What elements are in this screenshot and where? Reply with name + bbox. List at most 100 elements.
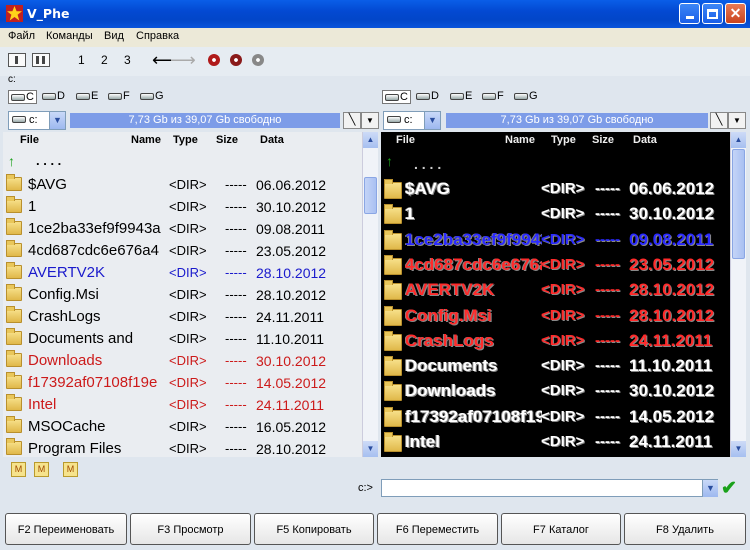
maximize-button[interactable] bbox=[702, 3, 723, 24]
mark-icon[interactable]: M bbox=[11, 462, 26, 477]
gear-gray-icon[interactable] bbox=[252, 54, 264, 66]
file-row[interactable]: Intel <DIR> ----- 24.11.2011 bbox=[381, 430, 740, 455]
left-root-button[interactable]: ╲ bbox=[343, 112, 361, 129]
command-input[interactable] bbox=[381, 479, 718, 497]
fkey-button-3[interactable]: F5 Копировать bbox=[254, 513, 374, 545]
mark-icon[interactable]: M bbox=[63, 462, 78, 477]
left-drive-d[interactable]: D bbox=[42, 90, 65, 102]
col-date[interactable]: Data bbox=[260, 134, 284, 146]
single-panel-view-button[interactable] bbox=[8, 53, 26, 67]
scroll-thumb[interactable] bbox=[364, 177, 377, 214]
scroll-thumb[interactable] bbox=[732, 149, 745, 259]
chevron-down-icon[interactable]: ▼ bbox=[702, 480, 718, 497]
file-size: ----- bbox=[225, 397, 247, 412]
col-type[interactable]: Type bbox=[551, 134, 576, 146]
right-file-panel[interactable]: File Name Type Size Data ↑ . . . . $AVG <… bbox=[381, 132, 746, 457]
left-scrollbar[interactable]: ▲ ▼ bbox=[362, 132, 378, 457]
check-icon[interactable]: ✔ bbox=[721, 477, 737, 500]
menu-file[interactable]: Файл bbox=[8, 30, 35, 42]
fkey-button-6[interactable]: F8 Удалить bbox=[624, 513, 746, 545]
col-file[interactable]: File bbox=[396, 134, 415, 146]
file-row[interactable]: f17392af07108f19e <DIR> ----- 14.05.2012 bbox=[3, 371, 362, 393]
parent-dir-label[interactable]: . . . . bbox=[414, 156, 441, 172]
fkey-button-1[interactable]: F2 Переименовать bbox=[5, 513, 127, 545]
file-row[interactable]: $AVG <DIR> ----- 06.06.2012 bbox=[3, 173, 362, 195]
left-drive-g[interactable]: G bbox=[140, 90, 164, 102]
col-name[interactable]: Name bbox=[131, 134, 161, 146]
menu-commands[interactable]: Команды bbox=[46, 30, 93, 42]
file-row[interactable]: $AVG <DIR> ----- 06.06.2012 bbox=[381, 177, 740, 202]
file-row[interactable]: CrashLogs <DIR> ----- 24.11.2011 bbox=[3, 305, 362, 327]
file-row[interactable]: Documents <DIR> ----- 11.10.2011 bbox=[381, 354, 740, 379]
col-name[interactable]: Name bbox=[505, 134, 535, 146]
file-row[interactable]: AVERTV2K <DIR> ----- 28.10.2012 bbox=[381, 278, 740, 303]
right-drive-c[interactable]: C bbox=[382, 90, 411, 104]
file-date: 23.05.2012 bbox=[256, 243, 327, 259]
left-drive-c[interactable]: C bbox=[8, 90, 37, 104]
file-type: <DIR> bbox=[169, 287, 207, 302]
file-row[interactable]: Downloads <DIR> ----- 30.10.2012 bbox=[381, 379, 740, 404]
parent-dir-label[interactable]: . . . . bbox=[36, 153, 61, 168]
scroll-down-icon[interactable]: ▼ bbox=[363, 441, 378, 457]
file-row[interactable]: 1ce2ba33ef9f9943a<DIR>-----09.08.2011 bbox=[381, 228, 740, 253]
minimize-button[interactable] bbox=[679, 3, 700, 24]
scroll-down-icon[interactable]: ▼ bbox=[731, 441, 746, 457]
close-button[interactable]: ✕ bbox=[725, 3, 746, 24]
col-type[interactable]: Type bbox=[173, 134, 198, 146]
file-row[interactable]: Program Files <DIR> ----- 28.10.2012 bbox=[3, 437, 362, 457]
chevron-down-icon[interactable]: ▼ bbox=[424, 112, 440, 129]
file-row[interactable]: 4cd687cdc6e676a4<DIR>-----23.05.2012 bbox=[3, 239, 362, 261]
file-row[interactable]: 4cd687cdc6e676a4<DIR>-----23.05.2012 bbox=[381, 253, 740, 278]
file-row[interactable]: CrashLogs <DIR> ----- 24.11.2011 bbox=[381, 329, 740, 354]
chevron-down-icon[interactable]: ▼ bbox=[49, 112, 65, 129]
fkey-button-5[interactable]: F7 Каталог bbox=[501, 513, 621, 545]
file-row[interactable]: Documents and <DIR> ----- 11.10.2011 bbox=[3, 327, 362, 349]
right-drive-f[interactable]: F bbox=[482, 90, 504, 102]
right-drive-g[interactable]: G bbox=[514, 90, 538, 102]
col-size[interactable]: Size bbox=[592, 134, 614, 146]
toolbar-tab-1[interactable]: 1 bbox=[78, 53, 85, 67]
file-date: 30.10.2012 bbox=[629, 381, 715, 401]
parent-dir-arrow-icon[interactable]: ↑ bbox=[386, 153, 393, 169]
scroll-up-icon[interactable]: ▲ bbox=[731, 132, 746, 148]
left-drive-e[interactable]: E bbox=[76, 90, 98, 102]
left-history-button[interactable]: ▼ bbox=[361, 112, 379, 129]
right-root-button[interactable]: ╲ bbox=[710, 112, 728, 129]
file-row[interactable]: MSOCache <DIR> ----- 16.05.2012 bbox=[3, 415, 362, 437]
right-scrollbar[interactable]: ▲ ▼ bbox=[730, 132, 746, 457]
file-row[interactable]: Intel <DIR> ----- 24.11.2011 bbox=[3, 393, 362, 415]
file-row[interactable]: 1 <DIR> ----- 30.10.2012 bbox=[381, 202, 740, 227]
file-row[interactable]: 1 <DIR> ----- 30.10.2012 bbox=[3, 195, 362, 217]
title-bar[interactable]: V_Phe ✕ bbox=[0, 0, 750, 28]
menu-help[interactable]: Справка bbox=[136, 30, 179, 42]
toolbar-tab-3[interactable]: 3 bbox=[124, 53, 131, 67]
forward-arrow-icon[interactable]: ⟶ bbox=[170, 50, 196, 71]
col-file[interactable]: File bbox=[20, 134, 39, 146]
mark-icon[interactable]: M bbox=[34, 462, 49, 477]
right-drive-d[interactable]: D bbox=[416, 90, 439, 102]
file-row[interactable]: 1ce2ba33ef9f9943a<DIR>-----09.08.2011 bbox=[3, 217, 362, 239]
right-drive-e[interactable]: E bbox=[450, 90, 472, 102]
file-row[interactable]: Config.Msi <DIR> ----- 28.10.2012 bbox=[381, 304, 740, 329]
scroll-up-icon[interactable]: ▲ bbox=[363, 132, 378, 148]
file-row[interactable]: f17392af07108f19e <DIR> ----- 14.05.2012 bbox=[381, 405, 740, 430]
fkey-button-2[interactable]: F3 Просмотр bbox=[130, 513, 251, 545]
gear-dark-icon[interactable] bbox=[230, 54, 242, 66]
menu-view[interactable]: Вид bbox=[104, 30, 124, 42]
left-drive-select[interactable]: c: ▼ bbox=[8, 111, 66, 130]
file-row[interactable]: Downloads <DIR> ----- 30.10.2012 bbox=[3, 349, 362, 371]
col-date[interactable]: Data bbox=[633, 134, 657, 146]
file-row[interactable]: AVERTV2K <DIR> ----- 28.10.2012 bbox=[3, 261, 362, 283]
parent-dir-arrow-icon[interactable]: ↑ bbox=[8, 153, 15, 169]
gear-red-icon[interactable] bbox=[208, 54, 220, 66]
right-history-button[interactable]: ▼ bbox=[728, 112, 746, 129]
file-row[interactable]: Config.Msi <DIR> ----- 28.10.2012 bbox=[3, 283, 362, 305]
right-drive-select[interactable]: c: ▼ bbox=[383, 111, 441, 130]
col-size[interactable]: Size bbox=[216, 134, 238, 146]
fkey-button-4[interactable]: F6 Переместить bbox=[377, 513, 498, 545]
toolbar-tab-2[interactable]: 2 bbox=[101, 53, 108, 67]
file-date: 14.05.2012 bbox=[629, 406, 715, 426]
left-file-panel[interactable]: File Name Type Size Data ↑ . . . . $AVG <… bbox=[3, 132, 378, 457]
dual-panel-view-button[interactable] bbox=[32, 53, 50, 67]
left-drive-f[interactable]: F bbox=[108, 90, 130, 102]
